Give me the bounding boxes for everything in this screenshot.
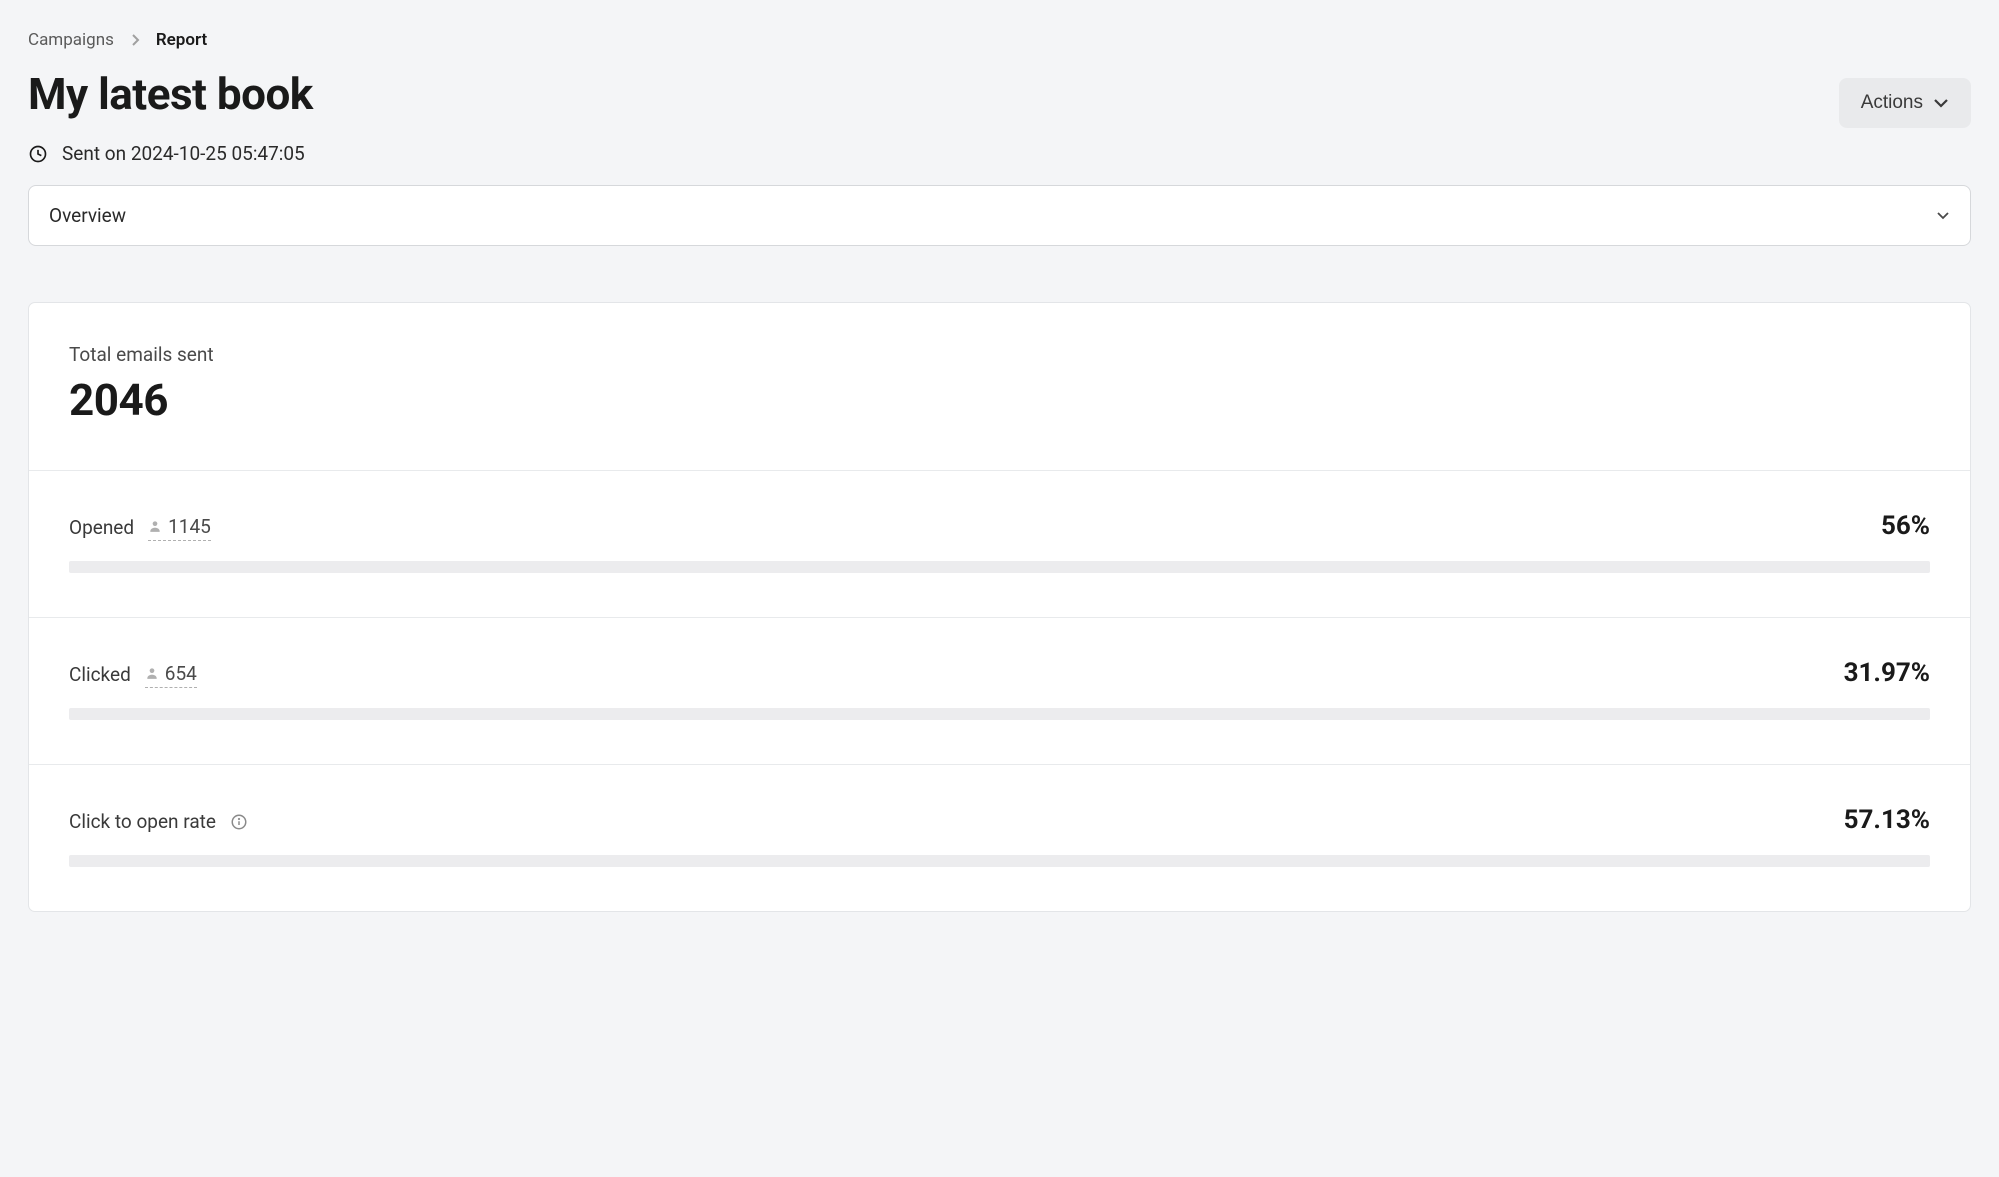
opened-label: Opened (69, 516, 134, 539)
total-emails-value: 2046 (69, 374, 1930, 426)
chevron-down-icon (1933, 98, 1949, 108)
ctor-block: Click to open rate 57.13% (29, 765, 1970, 911)
breadcrumb-current: Report (156, 30, 207, 50)
section-select-label: Overview (49, 204, 126, 227)
page-title: My latest book (28, 70, 313, 118)
chevron-down-icon (1936, 211, 1950, 220)
section-select[interactable]: Overview (28, 185, 1971, 246)
page-header: My latest book Actions (28, 70, 1971, 128)
chevron-right-icon (130, 33, 140, 47)
breadcrumb-link-campaigns[interactable]: Campaigns (28, 30, 114, 50)
sent-on-text: Sent on 2024-10-25 05:47:05 (62, 142, 305, 165)
person-icon (148, 519, 162, 533)
opened-block: Opened 1145 56% (29, 471, 1970, 618)
opened-bar (69, 561, 1930, 573)
clock-icon (28, 144, 48, 164)
clicked-bar (69, 708, 1930, 720)
clicked-label: Clicked (69, 663, 131, 686)
ctor-percent: 57.13% (1844, 805, 1930, 835)
actions-button-label: Actions (1861, 92, 1923, 114)
sent-on-row: Sent on 2024-10-25 05:47:05 (28, 142, 1971, 165)
person-icon (145, 666, 159, 680)
clicked-percent: 31.97% (1844, 658, 1930, 688)
clicked-count[interactable]: 654 (145, 662, 197, 688)
report-card: Total emails sent 2046 Opened 1145 56% (28, 302, 1971, 912)
ctor-bar (69, 855, 1930, 867)
total-emails-label: Total emails sent (69, 343, 1930, 366)
ctor-label: Click to open rate (69, 810, 216, 833)
total-block: Total emails sent 2046 (29, 303, 1970, 471)
opened-percent: 56% (1881, 511, 1930, 541)
clicked-count-value: 654 (165, 662, 197, 685)
opened-count-value: 1145 (168, 515, 211, 538)
info-icon[interactable] (230, 813, 248, 831)
actions-button[interactable]: Actions (1839, 78, 1971, 128)
clicked-block: Clicked 654 31.97% (29, 618, 1970, 765)
opened-count[interactable]: 1145 (148, 515, 211, 541)
breadcrumb: Campaigns Report (28, 30, 1971, 50)
